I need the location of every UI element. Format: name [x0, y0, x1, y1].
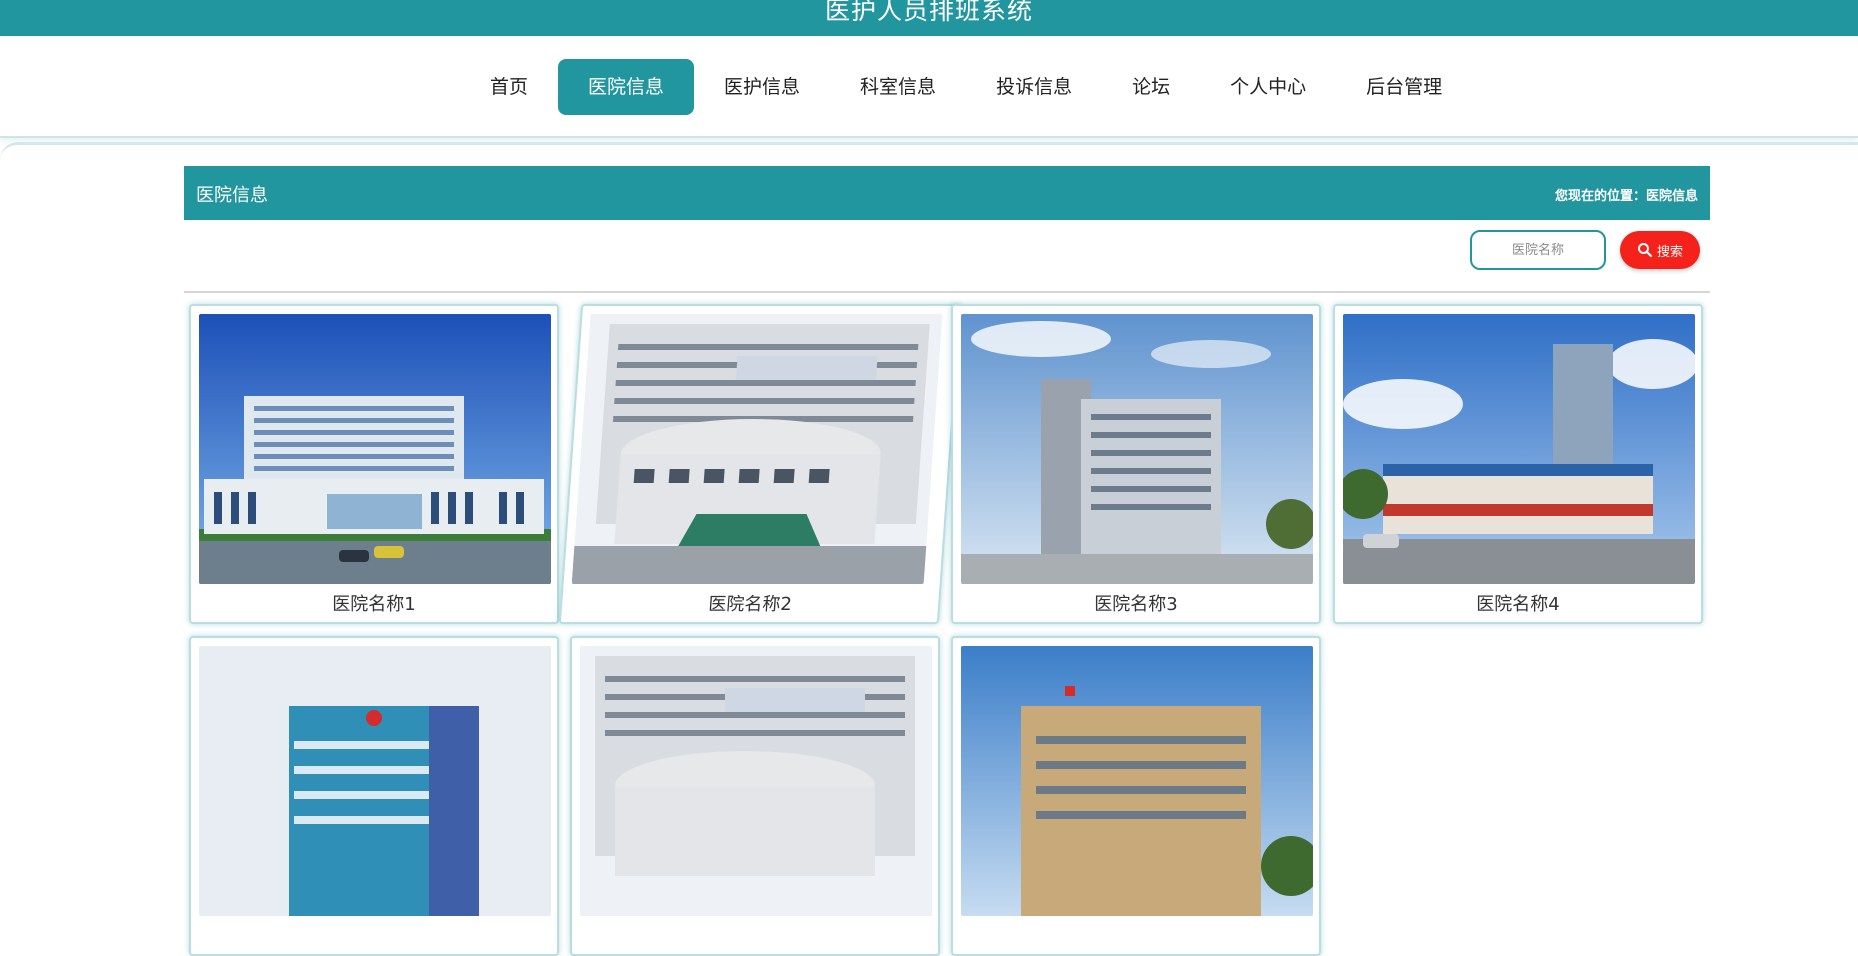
nav-item-personal-center[interactable]: 个人中心: [1200, 59, 1336, 115]
nav-item-home[interactable]: 首页: [460, 59, 558, 115]
nav-list: 首页 医院信息 医护信息 科室信息 投诉信息 论坛 个人中心 后台管理: [460, 59, 1472, 115]
breadcrumb-current: 医院信息: [1645, 189, 1698, 204]
main-navigation: 首页 医院信息 医护信息 科室信息 投诉信息 论坛 个人中心 后台管理: [0, 36, 1858, 138]
nav-item-admin[interactable]: 后台管理: [1336, 59, 1472, 115]
hospital-photo: [1343, 314, 1695, 584]
search-button[interactable]: 搜索: [1620, 231, 1700, 269]
nav-item-complaint-info[interactable]: 投诉信息: [966, 59, 1102, 115]
hospital-card[interactable]: 医院名称2: [558, 304, 962, 624]
hospital-photo: [199, 314, 551, 584]
section-title: 医院信息: [196, 185, 268, 206]
search-button-label: 搜索: [1656, 244, 1683, 260]
hospital-photo: [580, 646, 932, 916]
nav-item-department-info[interactable]: 科室信息: [830, 59, 966, 115]
hospital-name: 医院名称2: [707, 594, 793, 615]
hospital-card[interactable]: [189, 636, 559, 956]
hospital-name-search-input[interactable]: [1470, 230, 1606, 270]
hospital-card[interactable]: 医院名称4: [1333, 304, 1703, 624]
hospital-name: 医院名称3: [1094, 594, 1178, 615]
hospital-card[interactable]: [951, 636, 1321, 956]
nav-item-medical-staff-info[interactable]: 医护信息: [694, 59, 830, 115]
nav-item-forum[interactable]: 论坛: [1102, 59, 1200, 115]
section-header: 医院信息 您现在的位置：医院信息: [184, 166, 1710, 220]
hospital-name: 医院名称1: [332, 594, 416, 615]
breadcrumb-prefix: 您现在的位置：: [1554, 189, 1646, 204]
hospital-card[interactable]: [570, 636, 940, 956]
divider: [184, 291, 1710, 293]
search-icon: [1637, 242, 1653, 258]
hospital-photo: [961, 646, 1313, 916]
hospital-photo: [571, 314, 943, 584]
hospital-photo: [961, 314, 1313, 584]
site-title: 医护人员排班系统: [824, 0, 1033, 25]
breadcrumb: 您现在的位置：医院信息: [1555, 185, 1698, 204]
hospital-photo: [199, 646, 551, 916]
hospital-name: 医院名称4: [1476, 594, 1560, 615]
nav-item-hospital-info[interactable]: 医院信息: [558, 59, 695, 115]
top-title-bar: 医护人员排班系统: [0, 0, 1858, 36]
hospital-card[interactable]: 医院名称3: [951, 304, 1321, 624]
hospital-card[interactable]: 医院名称1: [189, 304, 559, 624]
